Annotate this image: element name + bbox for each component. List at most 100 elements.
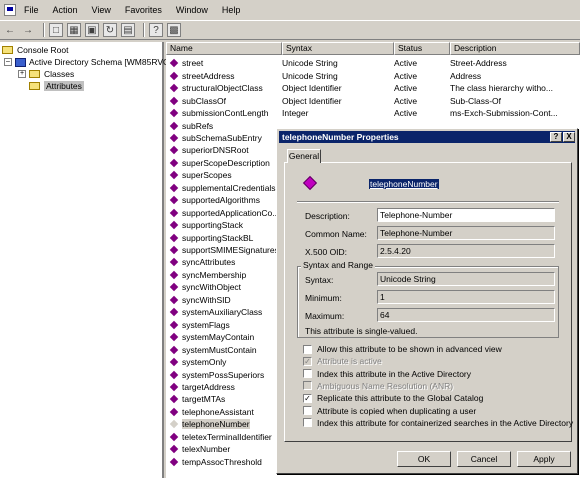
- menu-help[interactable]: Help: [222, 5, 241, 15]
- checkbox[interactable]: [303, 406, 312, 415]
- list-item[interactable]: streetAddress Unicode String Active Address: [166, 69, 580, 82]
- name-cell: targetMTAs: [166, 394, 282, 404]
- properties-icon[interactable]: ▣: [85, 23, 99, 37]
- maximum-label: Maximum:: [305, 311, 345, 321]
- checkbox-label: Replicate this attribute to the Global C…: [317, 393, 484, 404]
- export-list-icon[interactable]: ▤: [121, 23, 135, 37]
- refresh-icon[interactable]: ↻: [103, 23, 117, 37]
- status-cell: Active: [394, 58, 418, 69]
- tree-item-console-root[interactable]: Console Root: [2, 44, 69, 56]
- help-button[interactable]: ?: [550, 132, 562, 142]
- list-item[interactable]: structuralObjectClass Object Identifier Ac…: [166, 82, 580, 95]
- menu-action[interactable]: Action: [53, 5, 78, 15]
- help-icon[interactable]: ?: [149, 23, 163, 37]
- attribute-icon: [169, 407, 179, 417]
- attribute-icon: [169, 395, 179, 404]
- description-cell: The class hierarchy witho...: [450, 83, 553, 94]
- attribute-name: teletexTerminalIdentifier: [182, 431, 272, 442]
- toolbar: ← → □ ▦ ▣ ↻ ▤ ? ▩: [0, 20, 580, 40]
- syntax-cell: Unicode String: [282, 58, 338, 69]
- list-item[interactable]: street Unicode String Active Street-Address: [166, 57, 580, 70]
- name-cell: systemMayContain: [166, 332, 282, 342]
- cancel-button[interactable]: Cancel: [457, 451, 511, 467]
- checkbox-label: Index this attribute for containerized s…: [317, 417, 574, 428]
- attribute-name: telexNumber: [182, 444, 231, 455]
- column-header-syntax[interactable]: Syntax: [282, 42, 394, 55]
- tree-item-label: Active Directory Schema [WM85RVO: [29, 57, 170, 67]
- attribute-icon: [169, 457, 179, 466]
- dialog-titlebar[interactable]: telephoneNumber Properties ? X: [279, 131, 575, 143]
- attribute-name: supportingStack: [182, 220, 243, 231]
- attribute-icon: [169, 332, 179, 342]
- description-field[interactable]: Telephone-Number: [377, 208, 555, 222]
- column-header-status[interactable]: Status: [394, 42, 450, 55]
- checkbox-label: Ambiguous Name Resolution (ANR): [317, 380, 454, 391]
- name-cell: supportingStack: [166, 220, 282, 230]
- name-cell: tempAssocThreshold: [166, 457, 282, 467]
- apply-button[interactable]: Apply: [517, 451, 571, 467]
- ok-button[interactable]: OK: [397, 451, 451, 467]
- close-button[interactable]: X: [563, 132, 575, 142]
- syntax-cell: Integer: [282, 108, 309, 119]
- collapse-icon[interactable]: –: [4, 58, 12, 66]
- syntax-cell: Unicode String: [282, 70, 338, 81]
- expand-icon[interactable]: +: [18, 70, 26, 78]
- checkbox[interactable]: [303, 418, 312, 428]
- description-label: Description:: [305, 211, 350, 221]
- list-item[interactable]: submissionContLength Integer Active ms-Exch…: [166, 107, 580, 120]
- menu-file[interactable]: File: [24, 5, 39, 15]
- attribute-name: supportSMIMESignatures: [182, 245, 279, 255]
- back-icon[interactable]: ←: [3, 23, 17, 37]
- list-item[interactable]: subClassOf Object Identifier Active Sub-Cla…: [166, 94, 580, 107]
- show-hide-tree-icon[interactable]: ▦: [67, 23, 81, 37]
- console-system-icon[interactable]: [4, 4, 16, 16]
- tab-general[interactable]: General: [287, 149, 321, 163]
- syntax-cell: Object Identifier: [282, 95, 342, 106]
- attribute-icon: [169, 320, 179, 329]
- checkbox[interactable]: [303, 369, 312, 379]
- name-cell: syncWithObject: [166, 282, 282, 292]
- checkbox-row[interactable]: Allow this attribute to be shown in adva…: [303, 344, 502, 354]
- checkbox-label: Attribute is copied when duplicating a u…: [317, 405, 477, 416]
- name-cell: superScopes: [166, 170, 282, 180]
- tree-item-attributes[interactable]: Attributes: [29, 80, 84, 92]
- tree-item-label: Console Root: [17, 45, 69, 55]
- single-valued-text: This attribute is single-valued.: [305, 326, 418, 336]
- checkbox-row[interactable]: Index this attribute in the Active Direc…: [303, 369, 471, 379]
- minimum-field: 1: [377, 290, 555, 304]
- tree-item-classes[interactable]: + Classes: [18, 68, 74, 80]
- description-cell: Street-Address: [450, 58, 507, 69]
- name-cell: teletexTerminalIdentifier: [166, 432, 282, 442]
- attribute-name: systemOnly: [182, 357, 227, 368]
- attribute-icon: [169, 183, 179, 192]
- x500-oid-field: 2.5.4.20: [377, 244, 555, 258]
- menu-view[interactable]: View: [92, 5, 111, 15]
- column-header-description[interactable]: Description: [450, 42, 580, 55]
- checkbox[interactable]: [303, 344, 312, 354]
- up-folder-icon[interactable]: □: [49, 23, 63, 37]
- attribute-name: systemPossSuperiors: [182, 369, 265, 380]
- properties-dialog: telephoneNumber Properties ? X General t…: [276, 128, 578, 474]
- attribute-icon: [169, 444, 179, 454]
- menu-favorites[interactable]: Favorites: [125, 5, 162, 15]
- checkbox-row[interactable]: ✓ Replicate this attribute to the Global …: [303, 393, 483, 403]
- name-cell: structuralObjectClass: [166, 83, 282, 93]
- attribute-name: superScopeDescription: [182, 157, 270, 168]
- folder-open-icon: [29, 82, 40, 90]
- name-cell: systemMustContain: [166, 345, 282, 355]
- menu-window[interactable]: Window: [176, 5, 208, 15]
- checkbox[interactable]: ✓: [303, 393, 312, 403]
- name-cell: supportingStackBL: [166, 233, 282, 243]
- attribute-icon: [169, 146, 179, 155]
- checkbox-row[interactable]: Attribute is copied when duplicating a u…: [303, 406, 476, 416]
- tree-item-schema[interactable]: – Active Directory Schema [WM85RVO: [4, 56, 170, 68]
- forward-icon[interactable]: →: [21, 23, 35, 37]
- name-cell: supplementalCredentials: [166, 183, 282, 193]
- name-cell: subRefs: [166, 121, 282, 131]
- group-title: Syntax and Range: [301, 260, 375, 270]
- checkbox-row[interactable]: Index this attribute for containerized s…: [303, 418, 573, 428]
- console-icon[interactable]: ▩: [167, 23, 181, 37]
- attribute-icon: [169, 220, 179, 230]
- column-header-name[interactable]: Name: [166, 42, 282, 55]
- folder-icon: [29, 70, 40, 78]
